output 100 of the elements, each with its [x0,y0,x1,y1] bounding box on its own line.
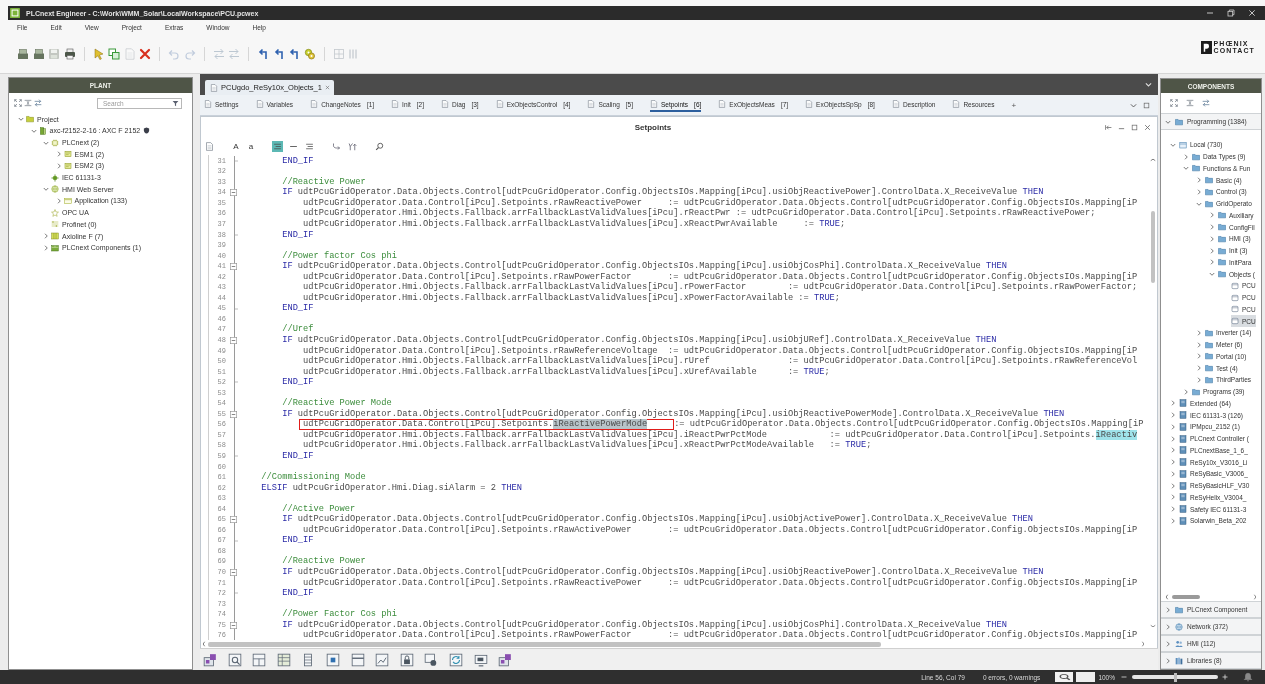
chevron-right-icon[interactable] [1165,657,1171,664]
chevron-right-icon[interactable] [1170,494,1176,501]
chevron-right-icon[interactable] [1170,482,1176,489]
strip-icon[interactable] [350,652,365,667]
expand-arrows-icon[interactable] [13,99,22,107]
pointer-icon[interactable] [92,47,105,60]
chevron-right-icon[interactable] [1196,376,1202,383]
chevron-right-icon[interactable] [43,233,49,239]
chevron-down-icon[interactable] [1183,165,1189,172]
chevron-right-icon[interactable] [1141,641,1145,647]
chevron-right-icon[interactable] [1209,247,1215,254]
minus-box-icon[interactable] [230,336,237,344]
cycle-icon[interactable] [448,652,463,667]
printer-icon[interactable] [63,47,76,60]
stacked-boxes-icon[interactable] [17,47,29,60]
zoom-slider[interactable] [1132,675,1218,679]
chevron-down-icon[interactable] [1196,200,1202,207]
page-search-icon[interactable] [227,652,242,667]
plug-icon[interactable] [498,652,513,667]
expand-arrows-icon[interactable] [1170,99,1178,107]
lock-icon[interactable] [399,652,414,667]
minus-box-icon[interactable] [230,410,237,418]
lines-icon[interactable] [272,140,283,152]
chevron-right-icon[interactable] [1196,353,1202,360]
collapse-arrows-icon[interactable] [23,99,32,107]
slider-thumb[interactable] [1173,672,1177,682]
search-icon[interactable] [374,140,385,152]
filter-icon[interactable] [172,99,179,107]
bent-arrow-icon[interactable] [288,47,300,60]
plug-icon[interactable] [203,652,217,667]
minus-box-icon[interactable] [230,516,237,524]
close-icon[interactable] [1144,123,1151,131]
swap-arrows-icon[interactable] [33,99,42,107]
scrollbar-thumb[interactable] [208,641,881,647]
chevron-right-icon[interactable] [55,151,62,158]
chevron-right-icon[interactable] [1170,506,1176,513]
chevron-down-icon[interactable] [1170,141,1176,148]
restore-icon[interactable] [1143,101,1150,109]
chevron-left-icon[interactable] [202,641,206,647]
chevron-down-icon[interactable] [43,186,49,193]
chevron-up-icon[interactable] [1149,158,1156,162]
chevron-right-icon[interactable] [1209,224,1215,231]
chevron-right-icon[interactable] [1170,400,1176,407]
cross-icon[interactable] [139,47,151,60]
search-icon[interactable] [1055,672,1074,682]
minimize-icon[interactable] [1206,9,1214,17]
chevron-down-icon[interactable] [1165,118,1171,125]
dot-box-icon[interactable] [325,652,340,667]
letter-button[interactable]: A [231,140,241,152]
chevron-right-icon[interactable] [1196,329,1202,336]
minus-box-icon[interactable] [230,568,237,576]
monitor-icon[interactable] [473,652,488,667]
chevron-down-icon[interactable] [18,116,24,123]
gears-icon[interactable] [303,47,316,60]
chevron-right-icon[interactable] [1196,177,1202,184]
chevron-right-icon[interactable] [1209,212,1215,219]
chevron-right-icon[interactable] [1170,459,1176,466]
collapse-arrows-icon[interactable] [1186,99,1194,107]
chevron-right-icon[interactable] [1196,188,1202,195]
chevron-down-icon[interactable] [1149,624,1156,628]
page-icon[interactable] [204,140,215,152]
chevron-right-icon[interactable] [1209,259,1215,266]
chevron-right-icon[interactable] [1165,606,1171,613]
chevron-right-icon[interactable] [1183,153,1189,160]
double-arrow-icon[interactable] [1105,123,1112,131]
chevron-right-icon[interactable] [1196,341,1202,348]
chevron-right-icon[interactable] [1170,517,1176,524]
split-window-icon[interactable] [252,652,267,667]
minus-box-icon[interactable] [230,189,237,197]
plus-icon[interactable] [1222,674,1228,680]
minus-icon[interactable] [1121,674,1127,680]
swap-arrows-icon[interactable] [1202,99,1210,107]
shapes-icon[interactable] [424,652,439,667]
chevron-right-icon[interactable] [1170,447,1176,454]
chevron-down-icon[interactable] [1209,271,1215,278]
minus-box-icon[interactable] [230,621,237,629]
fork-icon[interactable] [347,140,358,152]
bell-icon[interactable] [1243,672,1253,682]
scrollbar-thumb[interactable] [1172,594,1200,599]
chevron-right-icon[interactable] [1209,235,1215,242]
chevron-right-icon[interactable] [1183,388,1189,395]
bent-arrow-icon[interactable] [272,47,285,60]
chevron-right-icon[interactable] [1170,470,1176,477]
chevron-right-icon[interactable] [43,244,49,251]
chevron-down-icon[interactable] [43,139,49,146]
chevron-right-icon[interactable] [1196,365,1202,372]
square-icon[interactable] [1076,672,1096,682]
chevron-right-icon[interactable] [55,197,62,204]
chevron-down-icon[interactable] [30,127,37,134]
bent-arrow-icon[interactable] [257,47,269,60]
restore-icon[interactable] [1131,123,1138,131]
letter-button[interactable]: a [246,140,256,152]
chevron-right-icon[interactable] [1170,412,1176,419]
chevron-down-icon[interactable] [1130,101,1137,109]
chevron-right-icon[interactable] [1170,423,1176,430]
chevron-left-icon[interactable] [1165,593,1169,600]
copy-icon[interactable] [108,47,120,60]
chevron-right-icon[interactable] [1165,640,1171,647]
table-icon[interactable] [276,652,291,667]
scrollbar-thumb[interactable] [1150,211,1155,283]
